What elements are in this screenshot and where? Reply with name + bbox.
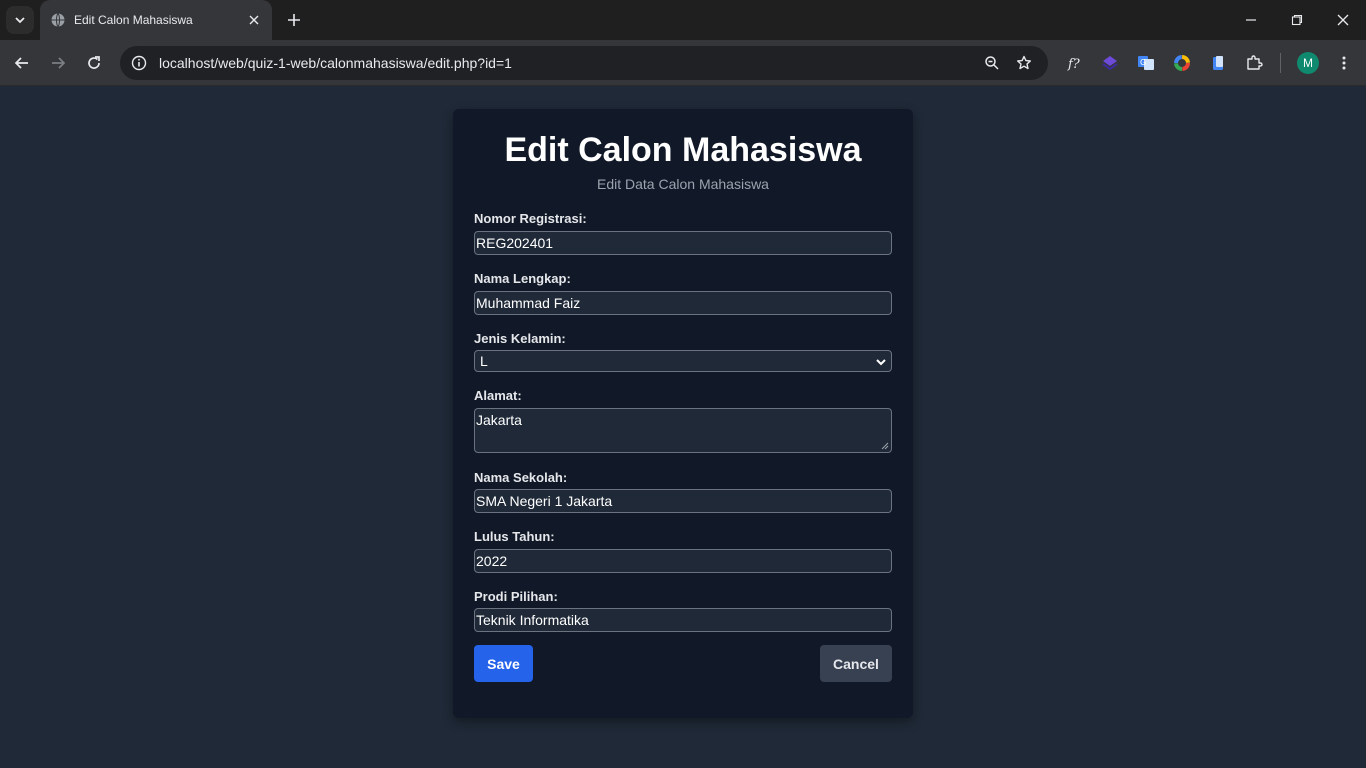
chevron-down-icon <box>876 359 886 366</box>
lulus-tahun-value: 2022 <box>476 553 508 569</box>
alamat-textarea[interactable]: Jakarta <box>474 408 892 453</box>
nama-lengkap-value: Muhammad Faiz <box>476 295 581 311</box>
nomor-registrasi-value: REG202401 <box>476 235 554 251</box>
page-subtitle: Edit Data Calon Mahasiswa <box>597 176 769 192</box>
nomor-registrasi-label: Nomor Registrasi: <box>474 211 587 226</box>
lulus-tahun-label: Lulus Tahun: <box>474 529 555 544</box>
svg-text:G: G <box>1140 58 1146 67</box>
nama-sekolah-label: Nama Sekolah: <box>474 470 568 485</box>
browser-tab-active[interactable]: Edit Calon Mahasiswa <box>40 0 272 40</box>
arrow-left-icon <box>14 57 28 69</box>
prodi-pilihan-input[interactable]: Teknik Informatika <box>474 608 892 632</box>
address-bar[interactable]: localhost/web/quiz-1-web/calonmahasiswa/… <box>120 46 1048 80</box>
puzzle-icon[interactable] <box>1242 51 1266 75</box>
prodi-pilihan-value: Teknik Informatika <box>476 612 589 628</box>
save-button[interactable]: Save <box>474 645 533 682</box>
minimize-icon <box>1246 19 1256 21</box>
tab-search-button[interactable] <box>6 6 34 34</box>
alamat-value: Jakarta <box>476 412 522 428</box>
layers-icon[interactable] <box>1098 51 1122 75</box>
browser-menu-button[interactable] <box>1332 51 1356 75</box>
resize-handle-icon[interactable] <box>881 442 889 450</box>
nama-sekolah-value: SMA Negeri 1 Jakarta <box>476 493 613 509</box>
color-wheel-icon[interactable] <box>1170 51 1194 75</box>
plus-icon <box>288 14 300 26</box>
edit-form-card: Edit Calon Mahasiswa Edit Data Calon Mah… <box>453 109 913 718</box>
translate-icon[interactable]: G <box>1134 51 1158 75</box>
arrow-right-icon <box>52 57 66 69</box>
restore-icon <box>1291 14 1303 26</box>
jenis-kelamin-value: L <box>480 353 488 369</box>
bookmark-star-icon[interactable] <box>1008 47 1040 79</box>
lulus-tahun-input[interactable]: 2022 <box>474 549 892 573</box>
url-text[interactable]: localhost/web/quiz-1-web/calonmahasiswa/… <box>159 55 976 71</box>
reload-icon <box>88 56 100 69</box>
svg-text:f?: f? <box>1067 57 1081 72</box>
jenis-kelamin-label: Jenis Kelamin: <box>474 331 566 346</box>
nama-sekolah-input[interactable]: SMA Negeri 1 Jakarta <box>474 489 892 513</box>
toolbar-divider <box>1280 53 1281 73</box>
globe-icon <box>51 13 65 27</box>
nama-lengkap-label: Nama Lengkap: <box>474 271 571 286</box>
page-title: Edit Calon Mahasiswa <box>504 131 862 169</box>
jenis-kelamin-select[interactable]: L <box>474 350 892 372</box>
chevron-down-icon <box>15 17 25 24</box>
close-icon <box>1337 14 1349 26</box>
minimize-button[interactable] <box>1239 8 1263 32</box>
profile-avatar[interactable]: M <box>1297 52 1319 74</box>
tab-close-icon[interactable] <box>246 12 262 28</box>
more-vert-icon <box>1342 56 1346 70</box>
zoom-icon[interactable] <box>976 47 1008 79</box>
forward-button[interactable] <box>44 49 72 77</box>
formula-icon[interactable]: f? <box>1062 51 1086 75</box>
prodi-pilihan-label: Prodi Pilihan: <box>474 589 558 604</box>
nama-lengkap-input[interactable]: Muhammad Faiz <box>474 291 892 315</box>
nomor-registrasi-input[interactable]: REG202401 <box>474 231 892 255</box>
alamat-label: Alamat: <box>474 388 522 403</box>
browser-tabbar: Edit Calon Mahasiswa <box>0 0 1366 40</box>
tab-title: Edit Calon Mahasiswa <box>74 13 193 27</box>
site-info-icon[interactable] <box>122 46 156 80</box>
restore-button[interactable] <box>1285 8 1309 32</box>
clipboard-icon[interactable] <box>1206 51 1230 75</box>
cancel-button[interactable]: Cancel <box>820 645 892 682</box>
close-window-button[interactable] <box>1331 8 1355 32</box>
back-button[interactable] <box>8 49 36 77</box>
new-tab-button[interactable] <box>282 8 306 32</box>
browser-toolbar: localhost/web/quiz-1-web/calonmahasiswa/… <box>0 40 1366 86</box>
reload-button[interactable] <box>80 49 108 77</box>
